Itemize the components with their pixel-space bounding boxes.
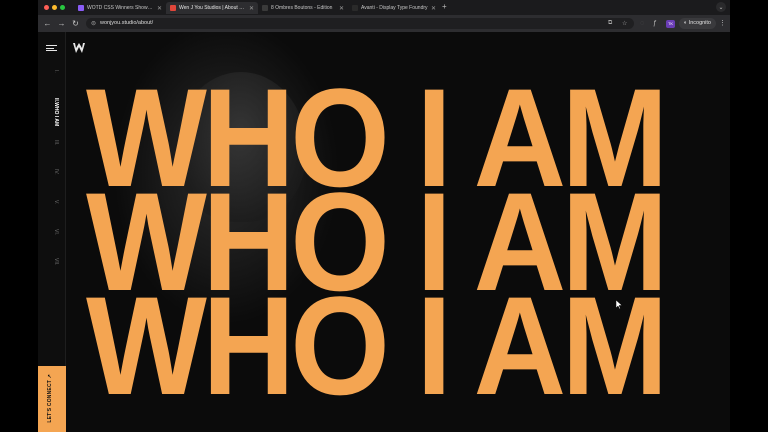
nav-item-5[interactable]: V. xyxy=(45,200,59,204)
browser-menu-icon[interactable]: ⋮ xyxy=(719,19,726,27)
nav-item-7[interactable]: VII. xyxy=(45,258,59,266)
studio-logo-icon[interactable] xyxy=(73,43,85,53)
avanti-favicon-icon xyxy=(352,5,358,11)
back-icon[interactable]: ← xyxy=(43,19,52,28)
reload-icon[interactable]: ↻ xyxy=(71,19,80,28)
tab-about[interactable]: Wen J You Studios | About Me ✕ xyxy=(166,2,258,14)
address-bar[interactable]: ⊜ wonjyou.studio/about/ ⧉ ☆ xyxy=(86,18,634,29)
url-text: wonjyou.studio/about/ xyxy=(100,20,154,26)
mouse-cursor-icon xyxy=(616,300,622,309)
close-tab-icon[interactable]: ✕ xyxy=(157,5,162,12)
nav-item-4[interactable]: IV. xyxy=(45,169,59,175)
new-tab-button[interactable]: + xyxy=(442,2,447,11)
lets-connect-button[interactable]: LET'S CONNECT ↗ xyxy=(38,366,66,432)
tab-wotd[interactable]: WOTD CSS Winners Showcase ✕ xyxy=(74,2,166,14)
wotd-favicon-icon xyxy=(78,5,84,11)
headline-line-3: WHO I AM xyxy=(86,267,668,424)
menu-icon[interactable] xyxy=(46,45,57,51)
close-tab-icon[interactable]: ✕ xyxy=(431,5,436,12)
pen-extension-icon[interactable]: ƒ xyxy=(653,19,657,28)
page-content: I. II.WHO I AM III. IV. V. VI. VII. LET'… xyxy=(38,32,730,432)
tab-avanti[interactable]: Avanti - Display Type Foundry ✕ xyxy=(348,2,440,14)
maximize-window-icon[interactable] xyxy=(60,5,65,10)
bookmark-star-icon[interactable]: ☆ xyxy=(622,20,627,27)
translate-icon[interactable]: ⧉ xyxy=(608,20,612,27)
browser-toolbar: ← → ↻ ⊜ wonjyou.studio/about/ ⧉ ☆ ◌ ƒ TK… xyxy=(38,15,730,32)
incognito-badge[interactable]: ◐ Incognito xyxy=(678,18,716,29)
nav-item-6[interactable]: VI. xyxy=(45,229,59,235)
site-info-icon[interactable]: ⊜ xyxy=(91,20,96,27)
nav-item-3[interactable]: III. xyxy=(45,140,59,146)
ombres-favicon-icon xyxy=(262,5,268,11)
minimize-window-icon[interactable] xyxy=(52,5,57,10)
forward-icon[interactable]: → xyxy=(57,19,66,28)
close-tab-icon[interactable]: ✕ xyxy=(339,5,344,12)
nav-item-who-i-am[interactable]: II.WHO I AM xyxy=(45,98,59,126)
extension-badge-icon[interactable]: TK xyxy=(666,20,675,28)
tab-strip: WOTD CSS Winners Showcase ✕ Wen J You St… xyxy=(38,0,730,15)
tab-search-icon[interactable]: ⌄ xyxy=(716,2,726,12)
extension-icon[interactable]: ◌ xyxy=(640,19,644,28)
close-window-icon[interactable] xyxy=(44,5,49,10)
wen-favicon-icon xyxy=(170,5,176,11)
close-tab-icon[interactable]: ✕ xyxy=(249,5,254,12)
tab-ombres[interactable]: 8 Ombres Boutons - Édition ✕ xyxy=(258,2,348,14)
browser-window: WOTD CSS Winners Showcase ✕ Wen J You St… xyxy=(38,0,730,432)
nav-item-1[interactable]: I. xyxy=(45,70,59,73)
site-sidebar: I. II.WHO I AM III. IV. V. VI. VII. LET'… xyxy=(38,32,66,432)
